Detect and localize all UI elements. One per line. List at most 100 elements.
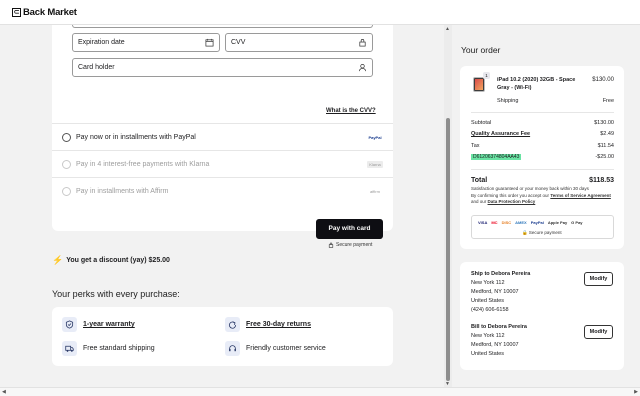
card-holder-field[interactable]: Card holder bbox=[72, 58, 373, 77]
bill-line3: United States bbox=[471, 351, 505, 357]
tax-value: $11.54 bbox=[597, 143, 614, 149]
klarna-logo: Klarna bbox=[367, 161, 383, 168]
paypal-logo: PayPal bbox=[368, 135, 382, 140]
card-brands: VISA MC DISC AMEX PayPal Apple Pay G Pay bbox=[478, 220, 583, 225]
ship-line1: New York 112 bbox=[471, 280, 505, 286]
perk-shipping: Free standard shipping bbox=[62, 341, 155, 356]
secure-payment-label: 🔒 Secure payment bbox=[522, 230, 562, 235]
quality-fee-value: $2.49 bbox=[600, 131, 614, 137]
total-value: $118.53 bbox=[589, 177, 614, 184]
quality-fee-link[interactable]: Quality Assurance Fee bbox=[471, 131, 530, 137]
discover-icon: DISC bbox=[501, 220, 512, 225]
top-bar: ⊂ Back Market bbox=[0, 0, 640, 25]
payment-option-klarna[interactable]: Pay in 4 interest-free payments with Kla… bbox=[62, 160, 209, 169]
secure-payment-note: Secure payment bbox=[328, 242, 372, 248]
tax-label: Tax bbox=[471, 143, 480, 149]
shipping-value: Free bbox=[602, 98, 614, 104]
customer-service-perk-label: Friendly customer service bbox=[246, 345, 326, 352]
ship-line2: Medford, NY 10007 bbox=[471, 289, 519, 295]
order-summary-panel: 1 iPad 10.2 (2020) 32GB - Space Gray - (… bbox=[460, 66, 624, 249]
returns-link[interactable]: Free 30-day returns bbox=[246, 321, 311, 328]
accepted-cards-box: VISA MC DISC AMEX PayPal Apple Pay G Pay… bbox=[471, 215, 614, 239]
discount-text: You get a discount (yay) $25.00 bbox=[66, 257, 170, 264]
product-name: iPad 10.2 (2020) 32GB - Space Gray - (Wi… bbox=[497, 77, 576, 91]
truck-icon bbox=[62, 341, 77, 356]
shipping-label: Shipping bbox=[497, 98, 519, 104]
headset-icon bbox=[225, 341, 240, 356]
apple-pay-icon: Apple Pay bbox=[547, 220, 568, 225]
radio-klarna[interactable] bbox=[62, 160, 71, 169]
card-holder-placeholder: Card holder bbox=[78, 64, 115, 71]
logo-mark-icon: ⊂ bbox=[12, 8, 21, 17]
divider bbox=[52, 177, 393, 178]
address-panel: Ship to Debora Pereira New York 112 Medf… bbox=[460, 262, 624, 370]
ship-to-heading: Ship to Debora Pereira bbox=[471, 271, 531, 277]
perk-customer-service: Friendly customer service bbox=[225, 341, 326, 356]
modify-shipping-button[interactable]: Modify bbox=[584, 272, 613, 286]
scroll-left-arrow-icon[interactable]: ◀ bbox=[2, 389, 6, 395]
klarna-option-label: Pay in 4 interest-free payments with Kla… bbox=[76, 161, 210, 168]
legal-text: Satisfaction guaranteed or your money ba… bbox=[471, 186, 611, 206]
scrollbar-thumb[interactable] bbox=[446, 118, 450, 381]
card-number-field[interactable] bbox=[72, 25, 373, 28]
subtotal-row: Subtotal $130.00 bbox=[471, 120, 614, 126]
radio-affirm[interactable] bbox=[62, 187, 71, 196]
card-payment-panel: Expiration date CVV Card holder What is … bbox=[52, 25, 393, 248]
scroll-right-arrow-icon[interactable]: ▶ bbox=[634, 389, 638, 395]
perk-warranty[interactable]: 1-year warranty bbox=[62, 317, 135, 332]
google-pay-icon: G Pay bbox=[571, 220, 583, 225]
horizontal-scrollbar[interactable]: ◀ ▶ bbox=[0, 387, 640, 396]
calendar-icon bbox=[205, 38, 214, 47]
billing-address: Bill to Debora Pereira New York 112 Medf… bbox=[471, 323, 527, 359]
secure-payment-label: Secure payment bbox=[336, 242, 373, 248]
quality-fee-row: Quality Assurance Fee $2.49 bbox=[471, 131, 614, 137]
shipping-perk-label: Free standard shipping bbox=[83, 345, 155, 352]
person-icon bbox=[358, 63, 367, 72]
ship-line3: United States bbox=[471, 298, 505, 304]
payment-option-affirm[interactable]: Pay in installments with Affirm bbox=[62, 187, 168, 196]
what-is-cvv-link[interactable]: What is the CVV? bbox=[326, 108, 376, 114]
subtotal-label: Subtotal bbox=[471, 120, 492, 126]
quantity-badge: 1 bbox=[483, 72, 490, 79]
total-row: Total $118.53 bbox=[471, 177, 614, 184]
lightning-icon: ⚡ bbox=[52, 255, 64, 265]
perk-returns[interactable]: Free 30-day returns bbox=[225, 317, 311, 332]
modify-billing-button[interactable]: Modify bbox=[584, 325, 613, 339]
accept-text: By confirming this order you accept our bbox=[471, 192, 550, 198]
product-price: $130.00 bbox=[592, 77, 614, 83]
lock-icon bbox=[359, 39, 366, 47]
cvv-field[interactable]: CVV bbox=[225, 33, 373, 52]
expiration-date-field[interactable]: Expiration date bbox=[72, 33, 220, 52]
shipping-address: Ship to Debora Pereira New York 112 Medf… bbox=[471, 270, 530, 315]
promo-code-badge: D61206374804AA43 bbox=[471, 154, 522, 160]
lock-icon bbox=[328, 242, 334, 248]
and-text: and our bbox=[471, 199, 487, 204]
payment-option-paypal[interactable]: Pay now or in installments with PayPal bbox=[62, 133, 196, 142]
mastercard-icon: MC bbox=[491, 220, 498, 225]
terms-link[interactable]: Terms of Service Agreement bbox=[550, 193, 611, 198]
warranty-link[interactable]: 1-year warranty bbox=[83, 321, 135, 328]
tax-row: Tax $11.54 bbox=[471, 143, 614, 149]
secure-payment-text: Secure payment bbox=[528, 230, 562, 235]
ship-phone: (424) 606-6158 bbox=[471, 307, 509, 313]
promo-value: -$25.00 bbox=[595, 154, 614, 160]
subtotal-value: $130.00 bbox=[594, 120, 614, 126]
shipping-row: Shipping Free bbox=[497, 98, 614, 104]
pay-with-card-button[interactable]: Pay with card bbox=[316, 219, 383, 239]
shield-check-icon bbox=[62, 317, 77, 332]
paypal-icon: PayPal bbox=[530, 220, 544, 225]
affirm-option-label: Pay in installments with Affirm bbox=[76, 188, 169, 195]
discount-banner: ⚡ You get a discount (yay) $25.00 bbox=[52, 255, 170, 266]
radio-paypal[interactable] bbox=[62, 133, 71, 142]
perks-panel: 1-year warranty Free 30-day returns Free… bbox=[52, 307, 393, 366]
brand-logo[interactable]: ⊂ Back Market bbox=[12, 7, 77, 18]
checkout-main[interactable]: Expiration date CVV Card holder What is … bbox=[0, 25, 444, 387]
cvv-placeholder: CVV bbox=[231, 39, 246, 46]
bill-line1: New York 112 bbox=[471, 333, 505, 339]
scroll-up-arrow-icon[interactable]: ▲ bbox=[445, 26, 450, 32]
privacy-link[interactable]: Data Protection Policy bbox=[488, 199, 536, 204]
product-thumbnail bbox=[473, 77, 485, 92]
divider bbox=[52, 123, 393, 124]
divider bbox=[471, 169, 614, 170]
logo-text: Back Market bbox=[23, 7, 77, 18]
